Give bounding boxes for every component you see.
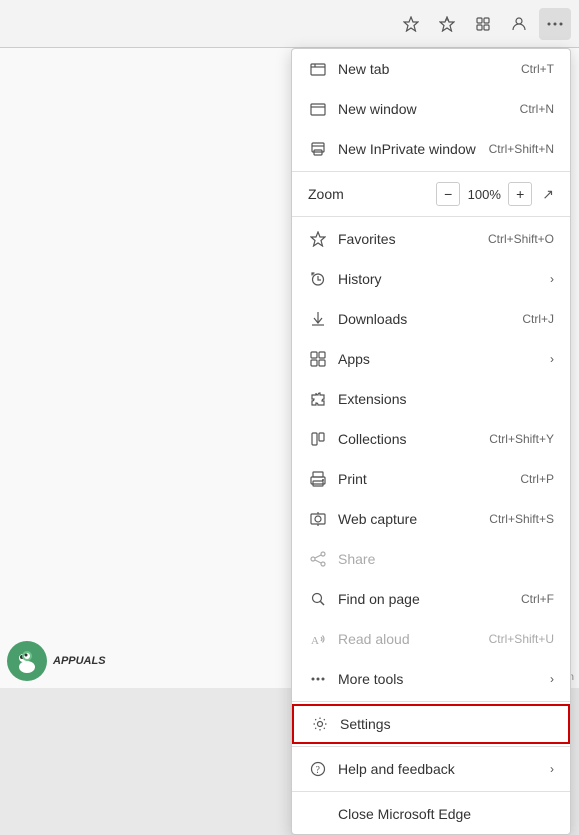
favorites-icon (308, 229, 328, 249)
appuals-branding: APPUALS (5, 639, 106, 683)
menu-item-new-tab[interactable]: New tab Ctrl+T (292, 49, 570, 89)
collections-label: Collections (338, 431, 481, 447)
downloads-icon (308, 309, 328, 329)
settings-label: Settings (340, 716, 552, 732)
apps-icon (308, 349, 328, 369)
page-content: New tab Ctrl+T New window Ctrl+N (0, 48, 579, 688)
divider-1 (292, 171, 570, 172)
readaloud-icon: A (308, 629, 328, 649)
apps-arrow: › (550, 352, 554, 366)
history-label: History (338, 271, 542, 287)
close-edge-icon (308, 804, 328, 824)
menu-item-readaloud: A Read aloud Ctrl+Shift+U (292, 619, 570, 659)
reading-list-button[interactable] (431, 8, 463, 40)
menu-item-apps[interactable]: Apps › (292, 339, 570, 379)
profile-button[interactable] (503, 8, 535, 40)
print-icon (308, 469, 328, 489)
share-label: Share (338, 551, 554, 567)
collections-shortcut: Ctrl+Shift+Y (489, 432, 554, 446)
collections-button[interactable] (467, 8, 499, 40)
zoom-expand-icon[interactable]: ↗ (542, 186, 554, 203)
menu-item-help[interactable]: ? Help and feedback › (292, 749, 570, 789)
menu-item-extensions[interactable]: Extensions (292, 379, 570, 419)
more-options-button[interactable] (539, 8, 571, 40)
downloads-label: Downloads (338, 311, 514, 327)
extensions-icon (308, 389, 328, 409)
share-icon (308, 549, 328, 569)
new-window-label: New window (338, 101, 512, 117)
close-edge-label: Close Microsoft Edge (338, 806, 554, 822)
appuals-text: APPUALS (53, 655, 106, 667)
menu-item-settings[interactable]: Settings (292, 704, 570, 744)
favorites-label: Favorites (338, 231, 480, 247)
apps-label: Apps (338, 351, 542, 367)
svg-text:A: A (311, 635, 319, 647)
new-tab-shortcut: Ctrl+T (521, 62, 554, 76)
zoom-row: Zoom − 100% + ↗ (292, 174, 570, 214)
help-icon: ? (308, 759, 328, 779)
divider-2 (292, 216, 570, 217)
zoom-value: 100% (466, 187, 502, 202)
settings-icon (310, 714, 330, 734)
menu-item-downloads[interactable]: Downloads Ctrl+J (292, 299, 570, 339)
new-window-shortcut: Ctrl+N (520, 102, 554, 116)
menu-item-moretools[interactable]: More tools › (292, 659, 570, 699)
findonpage-label: Find on page (338, 591, 513, 607)
webcapture-shortcut: Ctrl+Shift+S (489, 512, 554, 526)
zoom-increase-button[interactable]: + (508, 182, 532, 206)
webcapture-icon (308, 509, 328, 529)
print-shortcut: Ctrl+P (520, 472, 554, 486)
menu-item-history[interactable]: History › (292, 259, 570, 299)
appuals-logo (5, 639, 49, 683)
help-arrow: › (550, 762, 554, 776)
collections-icon (308, 429, 328, 449)
history-icon (308, 269, 328, 289)
help-label: Help and feedback (338, 761, 542, 777)
moretools-label: More tools (338, 671, 542, 687)
newtab-icon (308, 59, 328, 79)
svg-text:?: ? (316, 765, 321, 776)
menu-item-findonpage[interactable]: Find on page Ctrl+F (292, 579, 570, 619)
menu-item-share: Share (292, 539, 570, 579)
extensions-label: Extensions (338, 391, 554, 407)
findonpage-shortcut: Ctrl+F (521, 592, 554, 606)
moretools-icon (308, 669, 328, 689)
find-icon (308, 589, 328, 609)
zoom-decrease-button[interactable]: − (436, 182, 460, 206)
readaloud-label: Read aloud (338, 631, 481, 647)
menu-item-print[interactable]: Print Ctrl+P (292, 459, 570, 499)
divider-settings (292, 701, 570, 702)
print-label: Print (338, 471, 512, 487)
dropdown-menu: New tab Ctrl+T New window Ctrl+N (291, 48, 571, 835)
favorites-button[interactable] (395, 8, 427, 40)
new-inprivate-shortcut: Ctrl+Shift+N (489, 142, 554, 156)
new-tab-label: New tab (338, 61, 513, 77)
menu-item-collections[interactable]: Collections Ctrl+Shift+Y (292, 419, 570, 459)
downloads-shortcut: Ctrl+J (522, 312, 554, 326)
webcapture-label: Web capture (338, 511, 481, 527)
inprivate-icon (308, 139, 328, 159)
zoom-controls: − 100% + ↗ (436, 182, 554, 206)
divider-close (292, 791, 570, 792)
window-icon (308, 99, 328, 119)
menu-item-favorites[interactable]: Favorites Ctrl+Shift+O (292, 219, 570, 259)
menu-item-close-edge[interactable]: Close Microsoft Edge (292, 794, 570, 834)
history-arrow: › (550, 272, 554, 286)
menu-item-new-inprivate[interactable]: New InPrivate window Ctrl+Shift+N (292, 129, 570, 169)
favorites-shortcut: Ctrl+Shift+O (488, 232, 554, 246)
readaloud-shortcut: Ctrl+Shift+U (489, 632, 554, 646)
menu-item-webcapture[interactable]: Web capture Ctrl+Shift+S (292, 499, 570, 539)
browser-toolbar (0, 0, 579, 48)
new-inprivate-label: New InPrivate window (338, 141, 481, 157)
zoom-label: Zoom (308, 186, 436, 202)
moretools-arrow: › (550, 672, 554, 686)
menu-item-new-window[interactable]: New window Ctrl+N (292, 89, 570, 129)
divider-help (292, 746, 570, 747)
